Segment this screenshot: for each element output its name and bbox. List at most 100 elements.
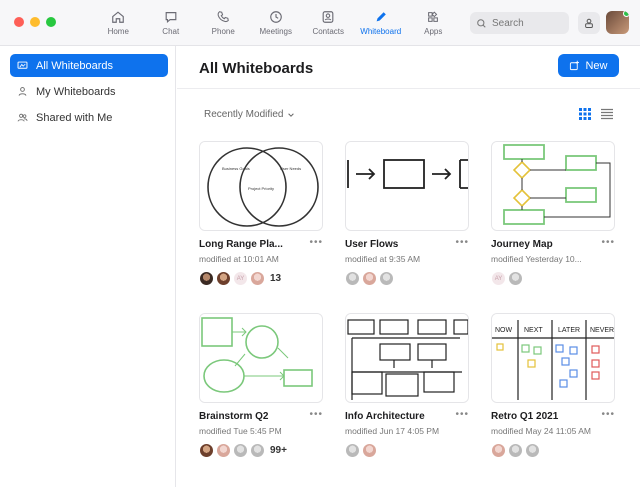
collaborator-avatars	[345, 270, 471, 287]
nav-tab-meetings[interactable]: Meetings	[250, 0, 303, 46]
card-modified: modified at 10:01 AM	[199, 254, 279, 264]
nav-tab-home[interactable]: Home	[92, 0, 145, 46]
card-title: Brainstorm Q2	[199, 411, 269, 422]
more-options-button[interactable]: •••	[455, 237, 469, 248]
avatar	[250, 271, 265, 286]
sidebar-item-my-whiteboards[interactable]: My Whiteboards	[10, 80, 168, 103]
sidebar-item-all-whiteboards[interactable]: All Whiteboards	[10, 54, 168, 77]
collaborator-avatars: AY 13	[199, 270, 325, 287]
avatar	[508, 443, 523, 458]
search-input[interactable]: Search	[470, 12, 569, 34]
nav-tab-chat[interactable]: Chat	[145, 0, 198, 46]
new-whiteboard-button[interactable]: New	[558, 54, 619, 77]
clock-icon	[269, 11, 282, 23]
sidebar-item-label: All Whiteboards	[36, 59, 114, 72]
minimize-window-button[interactable]	[30, 17, 40, 27]
avatar	[199, 271, 214, 286]
sidebar-item-label: Shared with Me	[36, 111, 113, 124]
retro-column-label: LATER	[558, 327, 580, 334]
retro-column-label: NOW	[495, 327, 513, 334]
avatar	[362, 271, 377, 286]
phone-icon	[217, 11, 230, 23]
card-title: User Flows	[345, 239, 399, 250]
avatar-initials: AY	[233, 271, 248, 286]
more-options-button[interactable]: •••	[455, 409, 469, 420]
whiteboard-thumbnail[interactable]: Business Goals User Needs Project Priori…	[199, 141, 323, 231]
card-modified: modified Tue 5:45 PM	[199, 426, 282, 436]
avatar	[491, 443, 506, 458]
app-window: Home Chat Phone Meetings Contacts Whiteb…	[0, 0, 640, 487]
apps-icon	[428, 11, 439, 22]
main-content: All Whiteboards New Recently Modified Bu…	[177, 46, 640, 487]
flow-diagram-thumbnail	[346, 142, 468, 230]
sort-dropdown[interactable]: Recently Modified	[204, 109, 295, 120]
whiteboard-card[interactable]: Info Architecture ••• modified Jun 17 4:…	[345, 313, 471, 459]
more-options-button[interactable]: •••	[309, 237, 323, 248]
whiteboard-card[interactable]: Journey Map ••• modified Yesterday 10...…	[491, 141, 617, 287]
whiteboard-card[interactable]: NOW NEXT LATER NEVER Retro Q1 2021 ••• m…	[491, 313, 617, 459]
user-badge-icon	[585, 18, 593, 28]
brainstorm-thumbnail	[200, 314, 322, 402]
avatar	[345, 271, 360, 286]
nav-tab-whiteboard[interactable]: Whiteboard	[355, 0, 408, 46]
card-modified: modified at 9:35 AM	[345, 254, 421, 264]
venn-diagram-thumbnail: Business Goals User Needs Project Priori…	[200, 142, 322, 230]
page-title: All Whiteboards	[199, 60, 314, 77]
avatar[interactable]	[606, 11, 629, 34]
contacts-icon	[322, 11, 334, 23]
retro-column-label: NEVER	[590, 327, 614, 334]
retro-board-thumbnail: NOW NEXT LATER NEVER	[492, 314, 614, 402]
more-options-button[interactable]: •••	[601, 409, 615, 420]
list-view-icon[interactable]	[601, 108, 613, 120]
presence-button[interactable]	[578, 12, 600, 34]
card-modified: modified Yesterday 10...	[491, 254, 582, 264]
nav-tab-contacts[interactable]: Contacts	[302, 0, 355, 46]
search-icon	[477, 18, 486, 28]
whiteboard-card[interactable]: Business Goals User Needs Project Priori…	[199, 141, 325, 287]
nav-tab-label: Whiteboard	[360, 27, 402, 36]
card-modified: modified Jun 17 4:05 PM	[345, 426, 440, 436]
more-options-button[interactable]: •••	[309, 409, 323, 420]
sidebar-item-shared-with-me[interactable]: Shared with Me	[10, 106, 168, 129]
avatar	[379, 271, 394, 286]
venn-center-label: Project Priority	[248, 186, 274, 191]
avatar	[216, 271, 231, 286]
collaborator-avatars: AY	[491, 270, 617, 287]
online-status-dot	[623, 11, 629, 17]
home-icon	[112, 11, 125, 23]
nav-tab-label: Meetings	[259, 27, 292, 36]
collaborator-avatars	[491, 442, 617, 459]
main-nav: Home Chat Phone Meetings Contacts Whiteb…	[92, 0, 460, 46]
nav-tab-phone[interactable]: Phone	[197, 0, 250, 46]
whiteboard-thumbnail[interactable]	[345, 313, 469, 403]
nav-tab-apps[interactable]: Apps	[407, 0, 460, 46]
whiteboard-card[interactable]: Brainstorm Q2 ••• modified Tue 5:45 PM 9…	[199, 313, 325, 459]
header-divider	[177, 88, 640, 89]
new-button-label: New	[585, 59, 608, 72]
collaborator-count: 99+	[270, 445, 287, 456]
grid-view-icon[interactable]	[579, 108, 591, 120]
venn-right-label: User Needs	[280, 166, 301, 171]
sort-label: Recently Modified	[204, 109, 284, 120]
search-placeholder: Search	[492, 17, 524, 29]
whiteboard-card[interactable]: User Flows ••• modified at 9:35 AM	[345, 141, 471, 287]
avatar	[250, 443, 265, 458]
whiteboard-thumbnail[interactable]	[491, 141, 615, 231]
journey-map-thumbnail	[492, 142, 614, 230]
person-icon	[18, 87, 27, 96]
avatar	[525, 443, 540, 458]
whiteboard-thumbnail[interactable]: NOW NEXT LATER NEVER	[491, 313, 615, 403]
nav-tab-label: Chat	[162, 27, 180, 36]
more-options-button[interactable]: •••	[601, 237, 615, 248]
avatar	[216, 443, 231, 458]
whiteboard-thumbnail[interactable]	[199, 313, 323, 403]
collaborator-avatars: 99+	[199, 442, 325, 459]
pen-icon	[376, 12, 386, 22]
close-window-button[interactable]	[14, 17, 24, 27]
collaborator-count: 13	[270, 273, 282, 284]
nav-tab-label: Home	[107, 27, 129, 36]
maximize-window-button[interactable]	[46, 17, 56, 27]
whiteboard-thumbnail[interactable]	[345, 141, 469, 231]
whiteboard-icon	[17, 61, 28, 69]
sidebar-item-label: My Whiteboards	[36, 85, 116, 98]
